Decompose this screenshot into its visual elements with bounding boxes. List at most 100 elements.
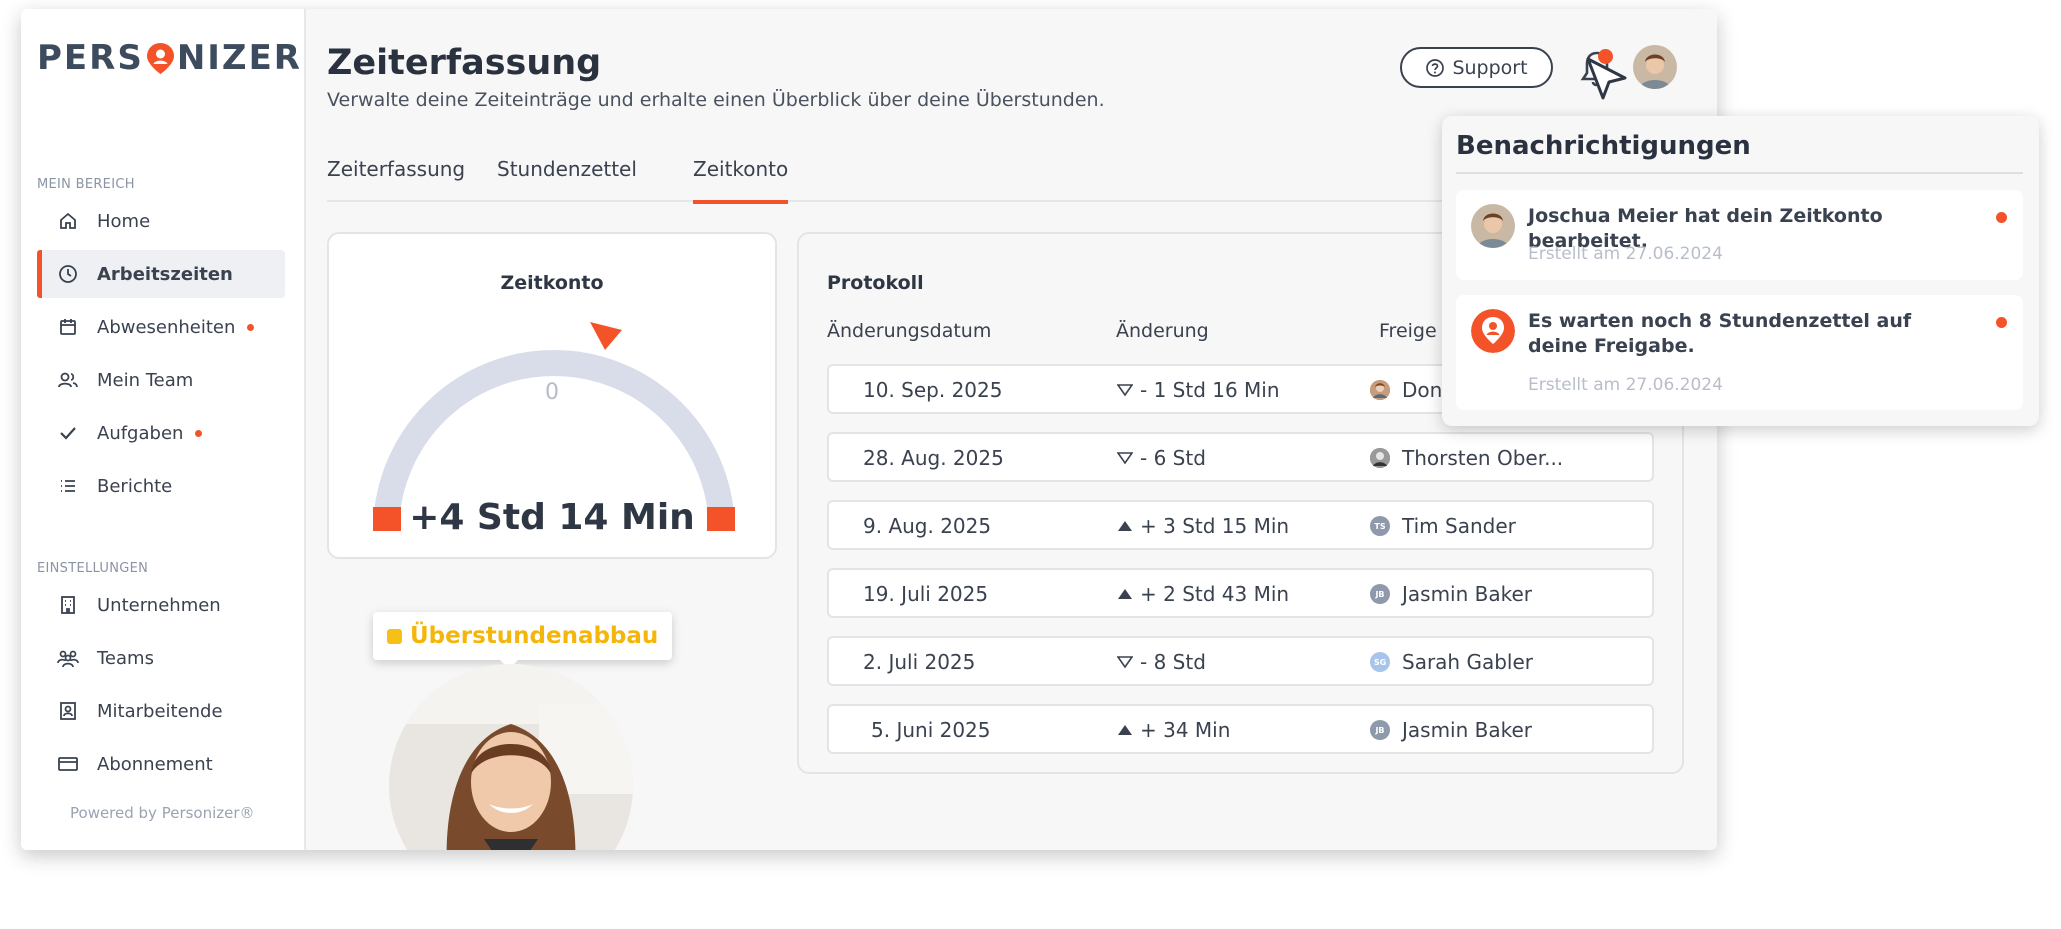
- row-approver-name: Jasmin Baker: [1402, 718, 1533, 742]
- table-row[interactable]: 2. Juli 2025 - 8 Std SG Sarah Gabler: [827, 636, 1654, 686]
- building-icon: [57, 594, 79, 616]
- row-approver: Don: [1370, 378, 1442, 402]
- calendar-icon: [57, 316, 79, 338]
- tab-bar: Zeiterfassung Stundenzettel Zeitkonto: [327, 157, 1503, 204]
- row-date: 28. Aug. 2025: [863, 446, 1004, 470]
- notification-dot: [195, 429, 203, 437]
- sidebar-item-abwesenheiten[interactable]: Abwesenheiten: [37, 303, 285, 351]
- users-icon: [57, 369, 79, 391]
- sidebar: PERS NIZER MEIN BEREICH Home Arbeitszeit…: [21, 9, 306, 850]
- table-row[interactable]: 5. Juni 2025 + 34 Min JB Jasmin Baker: [827, 704, 1654, 754]
- avatar: [1370, 380, 1390, 400]
- sidebar-item-aufgaben[interactable]: Aufgaben: [37, 409, 285, 457]
- sidebar-item-label: Aufgaben: [97, 422, 184, 444]
- employee-photo: [389, 664, 633, 850]
- notification-item[interactable]: Es warten noch 8 Stundenzettel auf deine…: [1456, 295, 2023, 410]
- home-icon: [57, 210, 79, 232]
- column-header-change: Änderung: [1116, 320, 1209, 342]
- row-approver-name: Jasmin Baker: [1402, 582, 1533, 606]
- row-change-value: - 1 Std 16 Min: [1140, 378, 1280, 402]
- divider: [1456, 172, 2023, 174]
- sidebar-item-label: Arbeitszeiten: [97, 263, 233, 285]
- decrease-arrow-icon: [1117, 452, 1133, 465]
- sidebar-item-label: Unternehmen: [97, 594, 221, 616]
- sidebar-item-label: Home: [97, 210, 151, 232]
- table-row[interactable]: 28. Aug. 2025 - 6 Std Thorsten Ober...: [827, 432, 1654, 482]
- tab-stundenzettel[interactable]: Stundenzettel: [497, 157, 637, 202]
- sidebar-item-teams[interactable]: Teams: [37, 634, 285, 682]
- sidebar-item-arbeitszeiten[interactable]: Arbeitszeiten: [37, 250, 285, 298]
- main-nav: Home Arbeitszeiten Abwesenheiten Mein Te…: [37, 197, 285, 515]
- avatar: TS: [1370, 516, 1390, 536]
- logo-pin-icon: [146, 42, 175, 75]
- personizer-logo[interactable]: PERS NIZER: [37, 38, 302, 78]
- sidebar-item-label: Berichte: [97, 475, 173, 497]
- notification-date: Erstellt am 27.06.2024: [1528, 244, 1723, 264]
- sidebar-item-mein-team[interactable]: Mein Team: [37, 356, 285, 404]
- table-row[interactable]: 19. Juli 2025 + 2 Std 43 Min JB Jasmin B…: [827, 568, 1654, 618]
- row-change-value: + 2 Std 43 Min: [1140, 582, 1290, 606]
- tab-zeiterfassung[interactable]: Zeiterfassung: [327, 157, 465, 202]
- unread-dot: [1996, 317, 2007, 328]
- notification-item[interactable]: Joschua Meier hat dein Zeitkonto bearbei…: [1456, 190, 2023, 280]
- avatar: JB: [1370, 720, 1390, 740]
- avatar: [1370, 448, 1390, 468]
- row-date: 2. Juli 2025: [863, 650, 976, 674]
- logo-text-left: PERS: [37, 38, 144, 78]
- sidebar-item-mitarbeitende[interactable]: Mitarbeitende: [37, 687, 285, 735]
- increase-arrow-icon: [1118, 589, 1132, 599]
- check-icon: [57, 422, 79, 444]
- badge-square-icon: [387, 628, 402, 644]
- row-change-value: - 6 Std: [1140, 446, 1206, 470]
- row-approver: JB Jasmin Baker: [1370, 582, 1532, 606]
- zeitkonto-balance: +4 Std 14 Min: [409, 497, 695, 538]
- gauge-pointer-icon: [590, 322, 622, 350]
- row-change: - 1 Std 16 Min: [1117, 378, 1280, 402]
- notification-date: Erstellt am 27.06.2024: [1528, 375, 1723, 395]
- help-icon: [1426, 58, 1445, 77]
- notifications-title: Benachrichtigungen: [1456, 131, 1751, 161]
- decrease-arrow-icon: [1117, 384, 1133, 397]
- sidebar-item-label: Abonnement: [97, 753, 213, 775]
- row-date: 19. Juli 2025: [863, 582, 989, 606]
- gauge-zero-label: 0: [545, 380, 559, 405]
- row-approver: TS Tim Sander: [1370, 514, 1516, 538]
- sidebar-item-label: Mitarbeitende: [97, 700, 223, 722]
- notification-dot: [247, 323, 255, 331]
- unread-dot: [1996, 212, 2007, 223]
- row-approver-name: Sarah Gabler: [1402, 650, 1533, 674]
- teams-icon: [57, 647, 79, 669]
- support-label: Support: [1452, 56, 1528, 79]
- settings-nav: Unternehmen Teams Mitarbeitende Abonneme…: [37, 581, 285, 793]
- increase-arrow-icon: [1118, 521, 1132, 531]
- sidebar-item-unternehmen[interactable]: Unternehmen: [37, 581, 285, 629]
- sidebar-item-label: Abwesenheiten: [97, 316, 236, 338]
- page-subtitle: Verwalte deine Zeiteinträge und erhalte …: [327, 89, 1105, 111]
- sidebar-item-abonnement[interactable]: Abonnement: [37, 740, 285, 788]
- sidebar-item-berichte[interactable]: Berichte: [37, 462, 285, 510]
- sidebar-item-home[interactable]: Home: [37, 197, 285, 245]
- row-change: + 2 Std 43 Min: [1117, 582, 1289, 606]
- badge-label: Überstundenabbau: [410, 623, 659, 649]
- page-title: Zeiterfassung: [327, 43, 602, 83]
- support-button[interactable]: Support: [1400, 47, 1553, 88]
- section-label-settings: EINSTELLUNGEN: [37, 561, 149, 576]
- column-header-approver: Freige: [1379, 320, 1437, 342]
- row-approver-name: Tim Sander: [1402, 514, 1516, 538]
- notifications-popover: Benachrichtigungen Joschua Meier hat dei…: [1442, 116, 2039, 426]
- row-change-value: - 8 Std: [1140, 650, 1206, 674]
- notification-text: Es warten noch 8 Stundenzettel auf deine…: [1528, 310, 1912, 357]
- zeitkonto-card: Zeitkonto 0 +4 Std 14 Min: [327, 232, 777, 559]
- row-change: - 8 Std: [1117, 650, 1206, 674]
- tab-zeitkonto[interactable]: Zeitkonto: [693, 157, 789, 204]
- avatar: JB: [1370, 584, 1390, 604]
- user-avatar[interactable]: [1633, 45, 1677, 89]
- mouse-cursor-icon: [1586, 57, 1627, 100]
- column-header-date: Änderungsdatum: [827, 320, 992, 342]
- row-change-value: + 34 Min: [1140, 718, 1231, 742]
- decrease-arrow-icon: [1117, 656, 1133, 669]
- protocol-title: Protokoll: [827, 272, 924, 294]
- sidebar-item-label: Mein Team: [97, 369, 194, 391]
- row-change: + 34 Min: [1117, 718, 1230, 742]
- table-row[interactable]: 9. Aug. 2025 + 3 Std 15 Min TS Tim Sande…: [827, 500, 1654, 550]
